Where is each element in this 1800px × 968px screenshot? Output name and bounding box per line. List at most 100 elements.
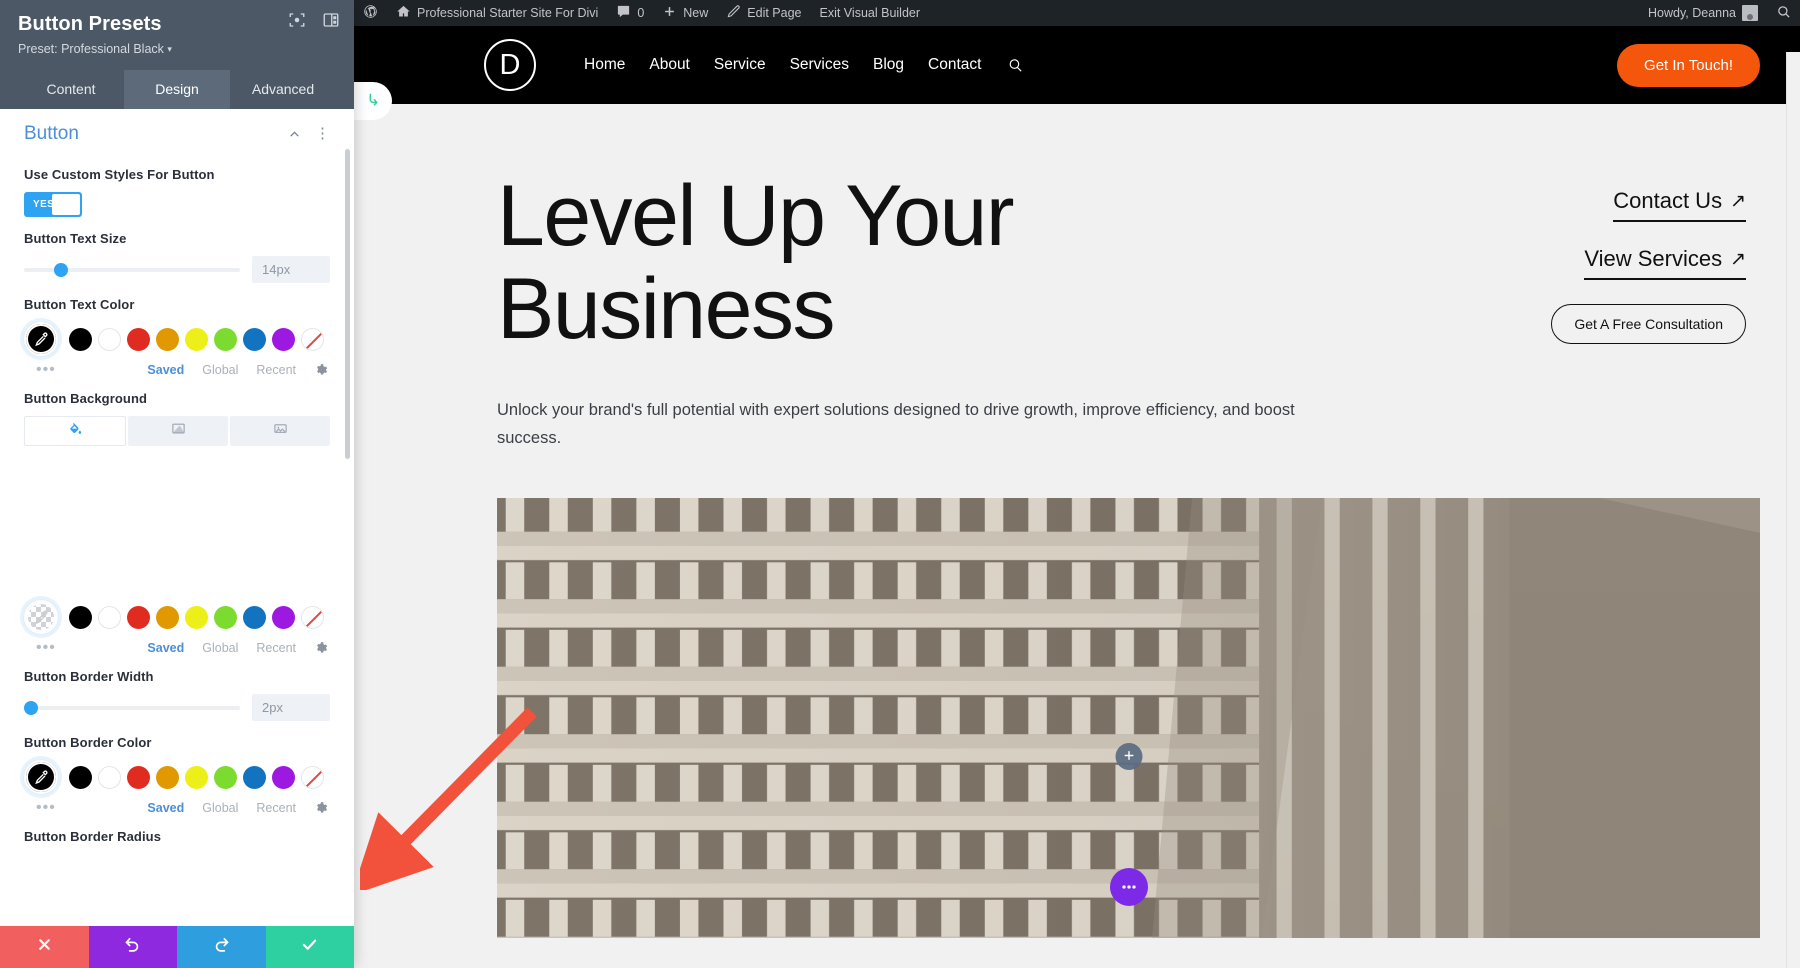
selected-color-swatch[interactable] [23, 759, 59, 795]
background-type-image[interactable] [230, 416, 330, 446]
background-type-solid-color[interactable] [24, 416, 126, 446]
color-tab-global[interactable]: Global [202, 363, 238, 377]
view-services-link[interactable]: View Services ↗ [1584, 246, 1746, 280]
module-settings-panel: Button Presets Preset: Professional Blac… [0, 0, 354, 968]
color-swatch-orange[interactable] [156, 605, 179, 629]
page-scrollbar[interactable] [1786, 52, 1800, 968]
nav-item-contact[interactable]: Contact [928, 56, 981, 74]
contact-us-link[interactable]: Contact Us ↗ [1613, 188, 1746, 222]
builder-left-tab-button[interactable] [354, 82, 392, 120]
color-swatch-none[interactable] [301, 765, 324, 789]
nav-item-home[interactable]: Home [584, 56, 625, 74]
color-tab-saved[interactable]: Saved [147, 801, 184, 815]
color-swatch-orange[interactable] [156, 327, 179, 351]
color-swatch-yellow[interactable] [185, 765, 208, 789]
more-horizontal-icon[interactable]: ••• [24, 362, 56, 378]
admin-bar-comments[interactable]: 0 [607, 0, 653, 26]
module-options-button[interactable] [1109, 867, 1148, 906]
admin-bar-search[interactable] [1767, 0, 1800, 26]
focus-icon[interactable] [288, 11, 306, 29]
color-swatch-red[interactable] [127, 765, 150, 789]
color-tab-recent[interactable]: Recent [256, 363, 296, 377]
color-tab-global[interactable]: Global [202, 801, 238, 815]
layout-columns-icon[interactable] [322, 11, 340, 29]
get-in-touch-button[interactable]: Get In Touch! [1617, 43, 1760, 87]
avatar [1742, 5, 1758, 21]
admin-bar-edit-page[interactable]: Edit Page [717, 0, 810, 26]
color-swatch-red[interactable] [127, 605, 150, 629]
admin-bar-account[interactable]: Howdy, Deanna [1639, 0, 1767, 26]
color-swatch-red[interactable] [127, 327, 150, 351]
more-vertical-icon[interactable]: ⋮ [315, 126, 330, 141]
nav-item-about[interactable]: About [649, 56, 690, 74]
color-swatch-green[interactable] [214, 765, 237, 789]
slider-thumb[interactable] [24, 700, 38, 715]
search-icon[interactable] [1007, 57, 1024, 74]
get-free-consultation-button[interactable]: Get A Free Consultation [1551, 304, 1746, 344]
button-border-width-input[interactable]: 2px [252, 694, 330, 721]
color-swatch-white[interactable] [98, 765, 121, 789]
color-swatch-white[interactable] [98, 327, 121, 351]
button-text-size-slider[interactable] [24, 262, 240, 277]
nav-item-blog[interactable]: Blog [873, 56, 904, 74]
color-swatch-yellow[interactable] [185, 605, 208, 629]
color-tab-recent[interactable]: Recent [256, 641, 296, 655]
color-swatch-white[interactable] [98, 605, 121, 629]
slider-track [24, 705, 240, 710]
wp-admin-bar: Professional Starter Site For Divi 0 New… [354, 0, 1800, 26]
button-border-width-slider[interactable] [24, 700, 240, 715]
admin-bar-new[interactable]: New [653, 0, 717, 26]
gear-icon[interactable] [314, 801, 328, 815]
color-swatch-purple[interactable] [272, 605, 295, 629]
color-swatch-purple[interactable] [272, 327, 295, 351]
tab-advanced[interactable]: Advanced [230, 70, 336, 109]
cancel-button[interactable] [0, 926, 89, 968]
tab-content[interactable]: Content [18, 70, 124, 109]
background-type-gradient[interactable] [128, 416, 228, 446]
plus-icon [662, 4, 677, 22]
nav-item-service[interactable]: Service [714, 56, 766, 74]
field-label: Button Text Size [24, 231, 127, 246]
color-swatch-black[interactable] [69, 327, 92, 351]
chevron-up-icon[interactable] [288, 128, 301, 141]
color-swatch-blue[interactable] [243, 327, 266, 351]
settings-panel-scrollbar[interactable] [345, 149, 350, 459]
color-tab-recent[interactable]: Recent [256, 801, 296, 815]
color-swatch-none[interactable] [301, 327, 324, 351]
more-horizontal-icon[interactable]: ••• [24, 640, 56, 656]
color-tab-saved[interactable]: Saved [147, 363, 184, 377]
color-swatch-black[interactable] [69, 605, 92, 629]
slider-thumb[interactable] [54, 262, 69, 277]
admin-bar-exit-visual-builder[interactable]: Exit Visual Builder [811, 0, 930, 26]
color-tab-saved[interactable]: Saved [147, 641, 184, 655]
selected-color-swatch[interactable] [23, 321, 59, 357]
admin-bar-site-name[interactable]: Professional Starter Site For Divi [387, 0, 607, 26]
undo-button[interactable] [88, 926, 177, 968]
color-swatch-blue[interactable] [243, 765, 266, 789]
save-button[interactable] [265, 926, 354, 968]
color-swatch-purple[interactable] [272, 765, 295, 789]
site-logo[interactable]: D [484, 39, 536, 91]
color-swatch-yellow[interactable] [185, 327, 208, 351]
use-custom-styles-toggle[interactable]: YES [24, 192, 82, 217]
color-swatch-green[interactable] [214, 327, 237, 351]
color-tab-global[interactable]: Global [202, 641, 238, 655]
settings-panel-header-icons [288, 11, 340, 29]
color-swatch-none[interactable] [301, 605, 324, 629]
color-swatch-orange[interactable] [156, 765, 179, 789]
redo-button[interactable] [177, 926, 266, 968]
add-module-button[interactable] [1115, 742, 1142, 770]
color-swatch-blue[interactable] [243, 605, 266, 629]
color-swatch-black[interactable] [69, 765, 92, 789]
site-header: D Home About Service Services Blog Conta… [354, 26, 1800, 120]
tab-design[interactable]: Design [124, 70, 230, 109]
gear-icon[interactable] [314, 363, 328, 377]
preset-selector[interactable]: Preset: Professional Black ▾ [18, 41, 336, 58]
button-text-size-input[interactable]: 14px [252, 256, 330, 283]
admin-bar-wp-logo[interactable] [354, 0, 387, 26]
selected-color-swatch[interactable] [23, 599, 59, 635]
gear-icon[interactable] [314, 641, 328, 655]
color-swatch-green[interactable] [214, 605, 237, 629]
more-horizontal-icon[interactable]: ••• [24, 800, 56, 816]
nav-item-services[interactable]: Services [790, 56, 849, 74]
